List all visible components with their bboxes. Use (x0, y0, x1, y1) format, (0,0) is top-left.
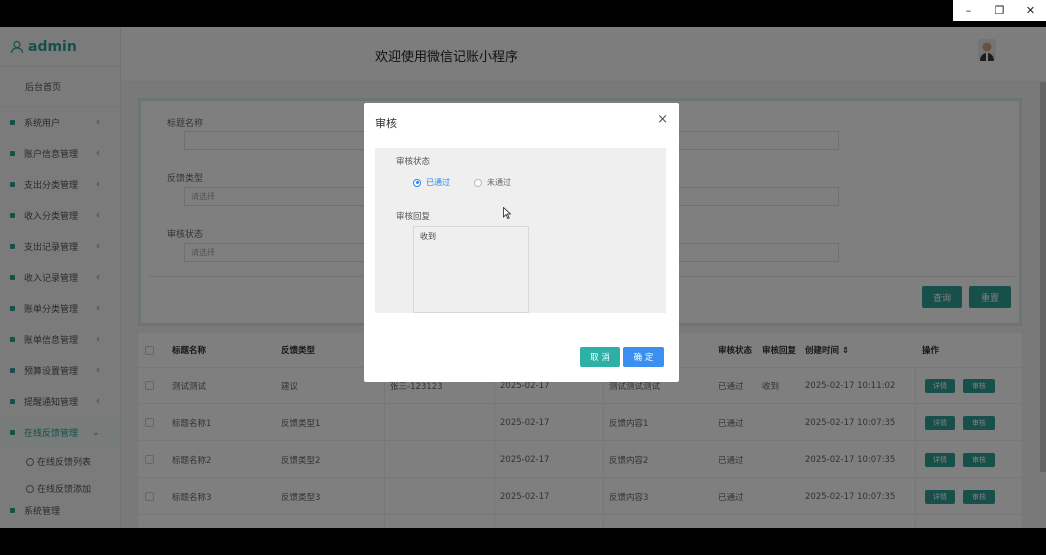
dialog-title: 审核 (375, 117, 397, 130)
radio-rejected[interactable]: 未通过 (474, 177, 511, 188)
audit-reply-label: 审核回复 (396, 212, 431, 222)
restore-button[interactable]: ❐ (984, 0, 1015, 21)
mouse-cursor-icon (503, 207, 511, 219)
audit-reply-textarea[interactable] (413, 226, 529, 313)
audit-dialog: 审核 × 审核状态 已通过 未通过 审核回复 取 消 确 定 (364, 103, 679, 382)
radio-label: 未通过 (487, 178, 511, 187)
window-controls: – ❐ ✕ (953, 0, 1046, 21)
app: admin 后台首页 系统用户‹ 账户信息管理‹ 支出分类管理‹ 收入分类管理‹… (0, 27, 1046, 528)
close-icon[interactable]: × (657, 112, 668, 127)
radio-checked-icon (413, 178, 421, 187)
confirm-button[interactable]: 确 定 (623, 347, 664, 367)
dialog-form: 审核状态 已通过 未通过 审核回复 (375, 148, 666, 313)
close-window-button[interactable]: ✕ (1015, 0, 1046, 21)
audit-status-label: 审核状态 (396, 157, 431, 167)
bottom-bar (0, 528, 1046, 555)
window-titlebar: – ❐ ✕ (0, 0, 1046, 27)
radio-label: 已通过 (426, 178, 450, 187)
radio-unchecked-icon (474, 178, 482, 187)
minimize-button[interactable]: – (953, 0, 984, 21)
cancel-button[interactable]: 取 消 (580, 347, 620, 367)
radio-approved[interactable]: 已通过 (413, 177, 450, 188)
